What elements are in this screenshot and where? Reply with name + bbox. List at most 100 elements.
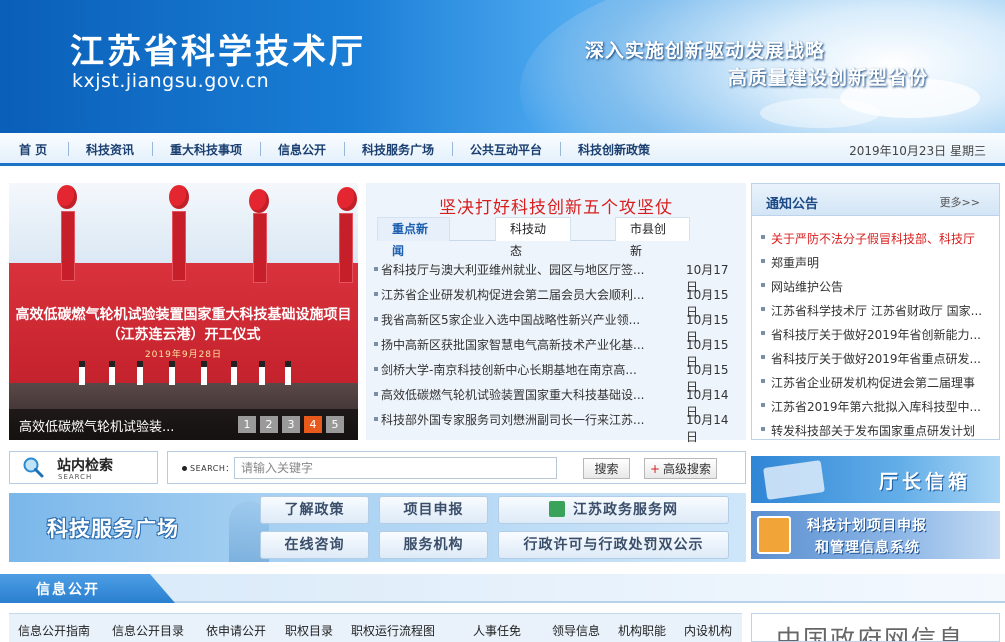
notice-item[interactable]: 网站维护公告 — [761, 275, 993, 295]
notice-item[interactable]: 省科技厅关于做好2019年省重点研发... — [761, 347, 993, 367]
nav-item-policy[interactable]: 科技创新政策 — [578, 141, 650, 158]
slide-page-3[interactable]: 3 — [282, 416, 300, 433]
bullet-icon — [761, 355, 765, 359]
person-figure — [137, 361, 143, 385]
info-link-request[interactable]: 依申请公开 — [206, 622, 266, 639]
slide-page-1[interactable]: 1 — [238, 416, 256, 433]
notice-item[interactable]: 转发科技部关于发布国家重点研发计划 — [761, 419, 993, 439]
slogan-line-1: 深入实施创新驱动发展战略 — [585, 40, 826, 62]
bullet-icon — [761, 259, 765, 263]
news-item[interactable]: 江苏省企业研发机构促进会第二届会员大会顺利... 10月15日 — [374, 284, 740, 319]
tab-key-news[interactable]: 重点新闻 — [377, 217, 450, 258]
slide-page-5[interactable]: 5 — [326, 416, 344, 433]
notice-item[interactable]: 郑重声明 — [761, 251, 993, 271]
info-link-catalog[interactable]: 信息公开目录 — [112, 622, 184, 639]
bullet-icon — [761, 379, 765, 383]
project-system-line-1: 科技计划项目申报 — [807, 518, 927, 534]
info-disclosure-header: 信息公开 — [0, 574, 1005, 603]
site-title[interactable]: 江苏省科学技术厅 — [70, 24, 366, 73]
dual-disclosure-button[interactable]: 行政许可与行政处罚双公示 — [498, 531, 729, 559]
notice-text: 省科技厅关于做好2019年省重点研发... — [771, 352, 981, 366]
slide-headline: 高效低碳燃气轮机试验装置国家重大科技基础设施项目（江苏连云港）开工仪式 — [15, 307, 352, 343]
info-link-guide[interactable]: 信息公开指南 — [18, 622, 90, 639]
info-link-departments[interactable]: 内设机构 — [684, 622, 732, 639]
gov-service-icon — [549, 501, 565, 517]
nav-item-info-disclosure[interactable]: 信息公开 — [278, 141, 326, 158]
info-link-flowchart[interactable]: 职权运行流程图 — [351, 622, 435, 639]
search-button[interactable]: 搜索 — [583, 458, 630, 479]
gov-service-label: 江苏政务服务网 — [573, 502, 678, 518]
learn-policy-button[interactable]: 了解政策 — [260, 496, 369, 524]
notice-header: 通知公告 更多>> — [752, 184, 999, 216]
bullet-icon — [761, 307, 765, 311]
bullet-icon — [761, 331, 765, 335]
notice-item[interactable]: 江苏省科学技术厅 江苏省财政厅 国家... — [761, 299, 993, 319]
info-link-leaders[interactable]: 领导信息 — [552, 622, 600, 639]
nav-separator — [560, 142, 561, 156]
online-consult-button[interactable]: 在线咨询 — [260, 531, 369, 559]
nav-item-service-plaza[interactable]: 科技服务广场 — [362, 141, 434, 158]
bullet-icon — [374, 292, 378, 296]
news-item[interactable]: 科技部外国专家服务司刘懋洲副司长一行来江苏... 10月14日 — [374, 409, 740, 444]
magnifier-icon — [23, 457, 44, 478]
news-title: 扬中高新区获批国家智慧电气高新技术产业化基... — [381, 338, 645, 352]
news-item[interactable]: 省科技厅与澳大利亚维州就业、园区与地区厅签... 10月17日 — [374, 259, 740, 294]
search-tag: SEARCH： — [190, 464, 234, 473]
info-link-authority-catalog[interactable]: 职权目录 — [285, 622, 333, 639]
project-apply-button[interactable]: 项目申报 — [379, 496, 488, 524]
advanced-search-label: 高级搜索 — [663, 462, 712, 476]
slide-caption[interactable]: 高效低碳燃气轮机试验装... — [19, 416, 199, 435]
notice-text: 省科技厅关于做好2019年省创新能力... — [771, 328, 981, 342]
slide-date: 2019年9月28日 — [144, 350, 223, 360]
notice-panel: 通知公告 更多>> 关于严防不法分子假冒科技部、科技厅 郑重声明 网站维护公告 … — [751, 183, 1000, 440]
slide-page-4[interactable]: 4 — [304, 416, 322, 433]
banner-pole — [172, 211, 186, 281]
tab-tech-news[interactable]: 科技动态 — [495, 217, 571, 258]
bullet-icon — [374, 417, 378, 421]
project-system-banner[interactable]: 科技计划项目申报 和管理信息系统 — [751, 511, 1000, 559]
notice-item[interactable]: 江苏省2019年第六批拟入库科技型中... — [761, 395, 993, 415]
person-figure — [169, 361, 175, 385]
search-bar: SEARCH： 搜索 +高级搜索 — [167, 451, 746, 484]
news-item[interactable]: 扬中高新区获批国家智慧电气高新技术产业化基... 10月15日 — [374, 334, 740, 369]
notice-text: 网站维护公告 — [771, 280, 844, 294]
news-headline[interactable]: 坚决打好科技创新五个攻坚仗 — [366, 193, 746, 218]
service-plaza-title[interactable]: 科技服务广场 — [47, 513, 179, 543]
banner-pole — [61, 211, 75, 281]
envelope-icon — [763, 460, 825, 500]
news-item[interactable]: 剑桥大学-南京科技创新中心长期基地在南京高... 10月15日 — [374, 359, 740, 394]
balloon-graphic — [57, 185, 77, 209]
advanced-search-button[interactable]: + 高级搜索 — [644, 458, 717, 479]
search-input[interactable] — [234, 457, 557, 479]
cloud-graphic — [760, 98, 880, 128]
news-item[interactable]: 高效低碳燃气轮机试验装置国家重大科技基础设... 10月14日 — [374, 384, 740, 419]
news-title: 科技部外国专家服务司刘懋洲副司长一行来江苏... — [381, 413, 645, 427]
nav-item-major-affairs[interactable]: 重大科技事项 — [170, 141, 242, 158]
slide-page-2[interactable]: 2 — [260, 416, 278, 433]
bullet-icon — [182, 466, 187, 471]
director-mailbox-banner[interactable]: 厅长信箱 — [751, 456, 1000, 503]
notice-item[interactable]: 关于严防不法分子假冒科技部、科技厅 — [761, 227, 993, 247]
info-disclosure-title[interactable]: 信息公开 — [36, 579, 100, 599]
nav-item-home[interactable]: 首 页 — [19, 141, 47, 158]
news-slider[interactable]: 高效低碳燃气轮机试验装置国家重大科技基础设施项目（江苏连云港）开工仪式 2019… — [9, 183, 358, 440]
info-link-functions[interactable]: 机构职能 — [618, 622, 666, 639]
info-link-appointments[interactable]: 人事任免 — [473, 622, 521, 639]
service-agency-button[interactable]: 服务机构 — [379, 531, 488, 559]
notice-more-link[interactable]: 更多>> — [940, 194, 980, 210]
notice-item[interactable]: 江苏省企业研发机构促进会第二届理事 — [761, 371, 993, 391]
nav-item-interaction[interactable]: 公共互动平台 — [470, 141, 542, 158]
banner-pole — [339, 213, 353, 283]
bullet-icon — [374, 367, 378, 371]
notice-text: 江苏省企业研发机构促进会第二届理事 — [771, 376, 976, 390]
news-title: 我省高新区5家企业入选中国战略性新兴产业领... — [381, 313, 641, 327]
notice-text: 郑重声明 — [771, 256, 820, 270]
jiangsu-gov-service-button[interactable]: 江苏政务服务网 — [498, 496, 729, 524]
tab-city-innovation[interactable]: 市县创新 — [615, 217, 690, 258]
nav-item-news[interactable]: 科技资讯 — [86, 141, 134, 158]
balloon-graphic — [249, 189, 269, 213]
balloon-graphic — [169, 185, 189, 209]
notice-item[interactable]: 省科技厅关于做好2019年省创新能力... — [761, 323, 993, 343]
news-item[interactable]: 我省高新区5家企业入选中国战略性新兴产业领... 10月15日 — [374, 309, 740, 344]
gov-portal-banner[interactable]: 中国政府网信息 — [751, 613, 1000, 642]
